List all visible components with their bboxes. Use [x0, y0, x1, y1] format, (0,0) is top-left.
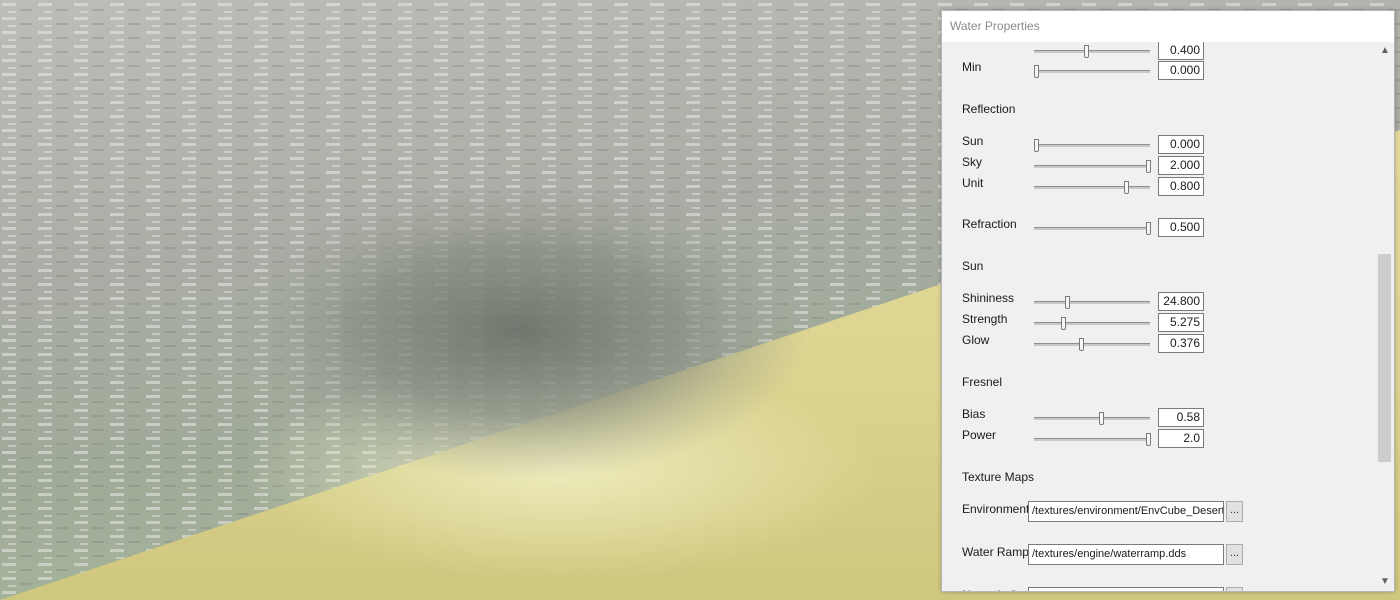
slider-thumb[interactable]: [1146, 160, 1151, 173]
sun-label: Sun: [962, 134, 984, 148]
unit-slider[interactable]: [1034, 179, 1150, 195]
properties-content[interactable]: 0.400 Min 0.000 Reflection Sun 0.000 Sky 2.000 U…: [942, 42, 1376, 591]
slider-thumb[interactable]: [1146, 433, 1151, 446]
slider-thumb[interactable]: [1034, 65, 1039, 78]
value-slider[interactable]: [1034, 43, 1150, 59]
down-arrow-icon[interactable]: ▼: [1376, 573, 1394, 591]
slider-track: [1034, 343, 1150, 346]
shininess-label: Shininess: [962, 291, 1015, 305]
min-label: Min: [962, 60, 982, 74]
strength-label: Strength: [962, 312, 1008, 326]
window-title: Water Properties: [942, 11, 1394, 42]
water-properties-window: Water Properties 0.400 Min 0.000 Reflection…: [941, 10, 1395, 592]
min-input[interactable]: 0.000: [1158, 61, 1204, 80]
sun-slider[interactable]: [1034, 137, 1150, 153]
normals-0-path-input[interactable]: /textures/engine/waves.dds: [1028, 587, 1224, 591]
strength-input[interactable]: 5.275: [1158, 313, 1204, 332]
up-arrow-icon[interactable]: ▲: [1376, 42, 1394, 60]
normals-0-label: Normals 0: [962, 588, 1017, 591]
vertical-scrollbar[interactable]: ▲ ▼: [1376, 42, 1394, 591]
power-label: Power: [962, 428, 997, 442]
slider-track: [1034, 417, 1150, 420]
slider-track: [1034, 165, 1150, 168]
normals-0-browse-button[interactable]: ...: [1226, 587, 1243, 591]
refraction-slider[interactable]: [1034, 220, 1151, 236]
unit-input[interactable]: 0.800: [1158, 177, 1204, 196]
slider-thumb[interactable]: [1060, 317, 1066, 330]
slider-thumb[interactable]: [1034, 139, 1039, 152]
water-ramp-path-input[interactable]: /textures/engine/waterramp.dds: [1028, 544, 1224, 565]
slider-thumb[interactable]: [1065, 296, 1071, 309]
slider-track: [1034, 227, 1150, 230]
power-input[interactable]: 2.0: [1158, 429, 1204, 448]
slider-track: [1034, 186, 1150, 189]
value-input[interactable]: 0.400: [1158, 42, 1204, 60]
slider-track: [1034, 322, 1150, 325]
slider-track: [1034, 438, 1150, 441]
slider-thumb[interactable]: [1098, 412, 1104, 425]
slider-thumb[interactable]: [1123, 181, 1129, 194]
environment-browse-button[interactable]: ...: [1226, 501, 1243, 522]
min-slider[interactable]: [1034, 63, 1150, 79]
slider-thumb[interactable]: [1146, 222, 1151, 235]
glow-label: Glow: [962, 333, 990, 347]
sky-slider[interactable]: [1034, 158, 1151, 174]
shininess-input[interactable]: 24.800: [1158, 292, 1204, 311]
shininess-slider[interactable]: [1034, 294, 1150, 310]
sky-label: Sky: [962, 155, 983, 169]
glow-input[interactable]: 0.376: [1158, 334, 1204, 353]
section-sun: Sun: [962, 259, 984, 273]
strength-slider[interactable]: [1034, 315, 1150, 331]
slider-thumb[interactable]: [1078, 338, 1084, 351]
refraction-input[interactable]: 0.500: [1158, 218, 1204, 237]
sun-input[interactable]: 0.000: [1158, 135, 1204, 154]
environment-label: Environment: [962, 502, 1030, 516]
water-ramp-label: Water Ramp: [962, 545, 1029, 559]
unit-label: Unit: [962, 176, 984, 190]
bias-input[interactable]: 0.58: [1158, 408, 1204, 427]
power-slider[interactable]: [1034, 431, 1151, 447]
section-fresnel: Fresnel: [962, 375, 1003, 389]
scrollbar-thumb[interactable]: [1378, 254, 1391, 462]
sky-input[interactable]: 2.000: [1158, 156, 1204, 175]
bias-label: Bias: [962, 407, 986, 421]
slider-track: [1034, 144, 1150, 147]
refraction-label: Refraction: [962, 217, 1017, 231]
slider-thumb[interactable]: [1084, 45, 1090, 58]
bias-slider[interactable]: [1034, 410, 1150, 426]
slider-track: [1034, 70, 1150, 73]
environment-path-input[interactable]: /textures/environment/EnvCube_Desert: [1028, 501, 1224, 522]
glow-slider[interactable]: [1034, 336, 1150, 352]
section-texture-maps: Texture Maps: [962, 470, 1035, 484]
section-reflection: Reflection: [962, 102, 1016, 116]
water-ramp-browse-button[interactable]: ...: [1226, 544, 1243, 565]
slider-track: [1034, 301, 1150, 304]
slider-track: [1034, 50, 1150, 53]
